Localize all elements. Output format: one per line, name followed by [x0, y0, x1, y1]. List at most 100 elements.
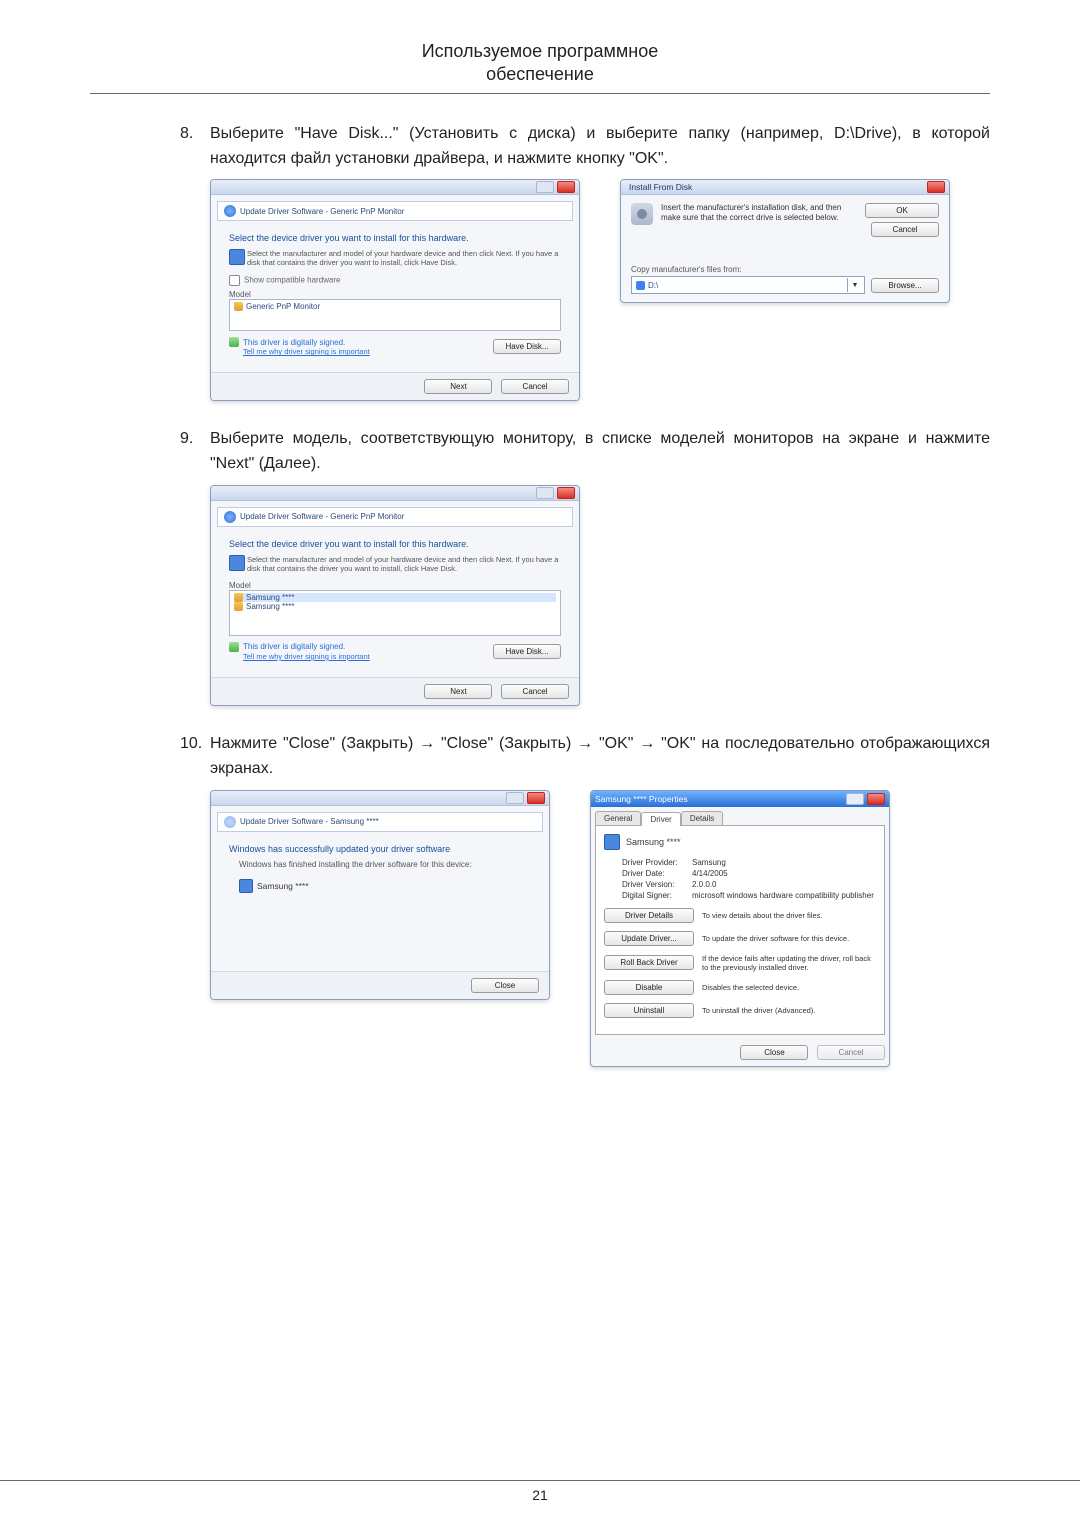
uninstall-desc: To uninstall the driver (Advanced).: [702, 1006, 876, 1015]
step-8-number: 8.: [180, 122, 210, 172]
breadcrumb: Update Driver Software - Generic PnP Mon…: [217, 507, 573, 527]
help-icon[interactable]: [846, 793, 864, 805]
why-signing-link[interactable]: Tell me why driver signing is important: [243, 347, 370, 356]
next-button[interactable]: Next: [424, 379, 492, 394]
driver-details-button[interactable]: Driver Details: [604, 908, 694, 923]
close-icon[interactable]: [927, 181, 945, 193]
step-9-text: Выберите модель, соответствующую монитор…: [210, 427, 990, 477]
model-item-2: Samsung ****: [246, 602, 294, 611]
step-8: 8. Выберите "Have Disk..." (Установить с…: [180, 122, 990, 172]
model-item: Generic PnP Monitor: [246, 302, 320, 311]
shield-icon: [229, 642, 239, 652]
device-name: Samsung ****: [626, 837, 681, 847]
monitor-item-icon: [234, 602, 243, 611]
disable-desc: Disables the selected device.: [702, 983, 876, 992]
monitor-icon: [239, 879, 253, 893]
model-item-1: Samsung ****: [246, 593, 294, 602]
ifd-title: Install From Disk: [625, 182, 692, 192]
dialog-update-success: Update Driver Software - Samsung **** Wi…: [210, 790, 550, 1000]
minimize-icon[interactable]: [536, 181, 554, 193]
ifd-text: Insert the manufacturer's installation d…: [661, 203, 857, 222]
have-disk-button[interactable]: Have Disk...: [493, 339, 561, 354]
cancel-button: Cancel: [817, 1045, 885, 1060]
close-icon[interactable]: [527, 792, 545, 804]
disable-button[interactable]: Disable: [604, 980, 694, 995]
back-icon: [224, 816, 236, 828]
device-icon: [229, 249, 245, 265]
device-icon: [229, 555, 245, 571]
step-10-text: Нажмите "Close" (Закрыть) → "Close" (Зак…: [210, 732, 990, 782]
titlebar: [211, 791, 549, 806]
tab-body-driver: Samsung **** Driver Provider:Samsung Dri…: [595, 825, 885, 1035]
close-icon[interactable]: [557, 487, 575, 499]
signer-value: microsoft windows hardware compatibility…: [692, 891, 874, 900]
breadcrumb-text: Update Driver Software - Samsung ****: [240, 817, 379, 826]
titlebar: Install From Disk: [621, 180, 949, 195]
header-line1: Используемое программное: [422, 41, 659, 61]
back-icon[interactable]: [224, 511, 236, 523]
signed-label: This driver is digitally signed.: [243, 642, 345, 651]
cancel-button[interactable]: Cancel: [501, 684, 569, 699]
monitor-item-icon: [234, 593, 243, 602]
disk-icon: [631, 203, 653, 225]
update-driver-desc: To update the driver software for this d…: [702, 934, 876, 943]
path-combobox[interactable]: D:\ ▼: [631, 276, 865, 294]
breadcrumb-text: Update Driver Software - Generic PnP Mon…: [240, 207, 404, 216]
dialog-device-properties: Samsung **** Properties General Driver D…: [590, 790, 890, 1067]
date-key: Driver Date:: [622, 869, 692, 878]
page-header: Используемое программное обеспечение: [90, 40, 990, 94]
dialog-title: Select the device driver you want to ins…: [229, 233, 561, 243]
minimize-icon[interactable]: [506, 792, 524, 804]
why-signing-link[interactable]: Tell me why driver signing is important: [243, 652, 370, 661]
props-title: Samsung **** Properties: [595, 794, 688, 804]
cancel-button[interactable]: Cancel: [501, 379, 569, 394]
close-button[interactable]: Close: [740, 1045, 808, 1060]
tab-details[interactable]: Details: [681, 811, 723, 825]
close-button[interactable]: Close: [471, 978, 539, 993]
monitor-icon: [604, 834, 620, 850]
uninstall-button[interactable]: Uninstall: [604, 1003, 694, 1018]
driver-details-desc: To view details about the driver files.: [702, 911, 876, 920]
location-icon: [636, 281, 645, 290]
tab-driver[interactable]: Driver: [641, 812, 680, 826]
step-8-text: Выберите "Have Disk..." (Установить с ди…: [210, 122, 990, 172]
device-name: Samsung ****: [257, 881, 309, 891]
dialog-update-driver-1: Update Driver Software - Generic PnP Mon…: [210, 179, 580, 401]
update-driver-button[interactable]: Update Driver...: [604, 931, 694, 946]
combo-value: D:\: [648, 281, 658, 290]
browse-button[interactable]: Browse...: [871, 278, 939, 293]
step-10-number: 10.: [180, 732, 210, 782]
ok-button[interactable]: OK: [865, 203, 939, 218]
signer-key: Digital Signer:: [622, 891, 692, 900]
cancel-button[interactable]: Cancel: [871, 222, 939, 237]
provider-key: Driver Provider:: [622, 858, 692, 867]
header-line2: обеспечение: [90, 63, 990, 86]
monitor-item-icon: [234, 302, 243, 311]
close-icon[interactable]: [867, 793, 885, 805]
close-icon[interactable]: [557, 181, 575, 193]
checkbox-icon: [229, 275, 240, 286]
dialog-install-from-disk: Install From Disk Insert the manufacture…: [620, 179, 950, 303]
version-value: 2.0.0.0: [692, 880, 716, 889]
breadcrumb: Update Driver Software - Generic PnP Mon…: [217, 201, 573, 221]
titlebar: [211, 486, 579, 501]
model-listbox[interactable]: Samsung **** Samsung ****: [229, 590, 561, 636]
device-entry: Samsung ****: [239, 879, 531, 893]
tabs: General Driver Details: [595, 811, 885, 825]
chevron-down-icon[interactable]: ▼: [847, 278, 862, 292]
date-value: 4/14/2005: [692, 869, 728, 878]
model-label: Model: [229, 290, 561, 299]
dialog-title: Select the device driver you want to ins…: [229, 539, 561, 549]
tab-general[interactable]: General: [595, 811, 641, 825]
rollback-driver-button[interactable]: Roll Back Driver: [604, 955, 694, 970]
show-compatible-checkbox[interactable]: Show compatible hardware: [229, 275, 561, 286]
minimize-icon[interactable]: [536, 487, 554, 499]
success-desc: Windows has finished installing the driv…: [239, 860, 531, 869]
have-disk-button[interactable]: Have Disk...: [493, 644, 561, 659]
titlebar: Samsung **** Properties: [591, 791, 889, 807]
back-icon[interactable]: [224, 205, 236, 217]
next-button[interactable]: Next: [424, 684, 492, 699]
dialog-description: Select the manufacturer and model of you…: [247, 555, 561, 573]
model-listbox[interactable]: Generic PnP Monitor: [229, 299, 561, 331]
copy-from-label: Copy manufacturer's files from:: [631, 265, 939, 274]
